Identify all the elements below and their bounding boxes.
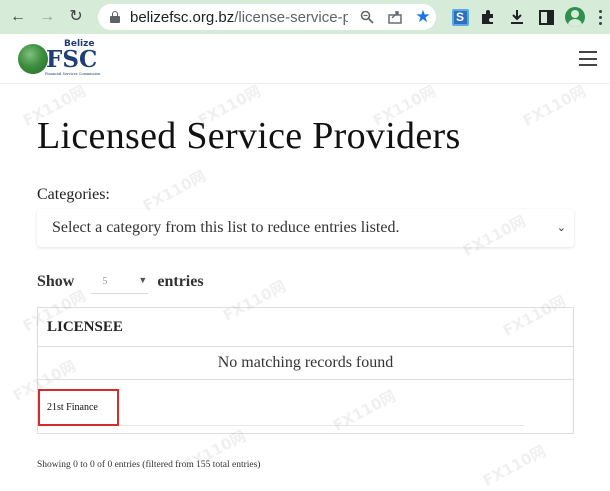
bookmark-star-icon[interactable]: ★ bbox=[414, 7, 432, 26]
watermark: FX110网 bbox=[479, 442, 549, 490]
url-text: belizefsc.org.bz/license-service-p... bbox=[130, 9, 348, 26]
chevron-down-icon: ⌄ bbox=[556, 222, 566, 234]
categories-label: Categories: bbox=[37, 186, 110, 203]
page-title: Licensed Service Providers bbox=[37, 115, 461, 157]
url-host: belizefsc.org.bz bbox=[130, 8, 235, 26]
entries-label: entries bbox=[157, 273, 204, 290]
zoom-search-icon[interactable] bbox=[358, 8, 376, 26]
arrow-left-icon: ← bbox=[10, 8, 26, 25]
kebab-icon bbox=[598, 9, 602, 25]
forward-button[interactable]: → bbox=[36, 6, 58, 28]
side-panel-icon[interactable] bbox=[535, 6, 557, 28]
share-icon[interactable] bbox=[386, 8, 404, 26]
show-label: Show bbox=[37, 273, 75, 290]
caret-down-icon: ▼ bbox=[138, 275, 148, 285]
length-value: 5 bbox=[102, 276, 108, 287]
logo-word: FSC bbox=[46, 46, 98, 73]
back-button[interactable]: ← bbox=[7, 6, 29, 28]
url-path: /license-service-p... bbox=[234, 8, 348, 26]
category-select[interactable]: Select a category from this list to redu… bbox=[37, 209, 574, 247]
licensee-table: LICENSEE No matching records found 21st … bbox=[37, 307, 574, 434]
extension-s-button[interactable]: S bbox=[449, 6, 471, 28]
download-icon[interactable] bbox=[506, 6, 528, 28]
profile-avatar-button[interactable] bbox=[564, 6, 586, 28]
fsc-logo[interactable]: Belize FSC Financial Services Commission bbox=[18, 39, 101, 78]
site-header: Belize FSC Financial Services Commission bbox=[0, 34, 610, 84]
avatar-icon bbox=[565, 7, 585, 27]
entries-length-select[interactable]: 5 ▼ bbox=[91, 270, 149, 294]
menu-kebab-button[interactable] bbox=[589, 6, 610, 28]
browser-toolbar: ← → ↻ belizefsc.org.bz/license-service-p… bbox=[0, 0, 610, 34]
licensee-filter-input[interactable]: 21st Finance bbox=[38, 389, 119, 426]
extension-s-icon: S bbox=[451, 8, 469, 26]
lock-icon bbox=[110, 11, 120, 23]
table-info: Showing 0 to 0 of 0 entries (filtered fr… bbox=[37, 460, 261, 470]
empty-table-message: No matching records found bbox=[37, 347, 574, 380]
globe-icon bbox=[18, 44, 48, 74]
extensions-puzzle-icon[interactable] bbox=[477, 6, 499, 28]
footer-divider bbox=[121, 425, 524, 426]
table-footer-row: 21st Finance bbox=[37, 380, 574, 434]
category-select-placeholder: Select a category from this list to redu… bbox=[52, 219, 400, 236]
reload-icon: ↻ bbox=[69, 8, 83, 25]
arrow-right-icon: → bbox=[39, 8, 55, 25]
reload-button[interactable]: ↻ bbox=[65, 6, 87, 28]
logo-tagline: Financial Services Commission bbox=[45, 72, 101, 76]
hamburger-menu-icon[interactable] bbox=[579, 51, 597, 66]
column-header-licensee[interactable]: LICENSEE bbox=[37, 307, 574, 347]
address-bar[interactable]: belizefsc.org.bz/license-service-p... ★ bbox=[98, 4, 436, 30]
length-control: Show 5 ▼ entries bbox=[37, 270, 204, 294]
watermark: FX110网 bbox=[519, 82, 589, 130]
